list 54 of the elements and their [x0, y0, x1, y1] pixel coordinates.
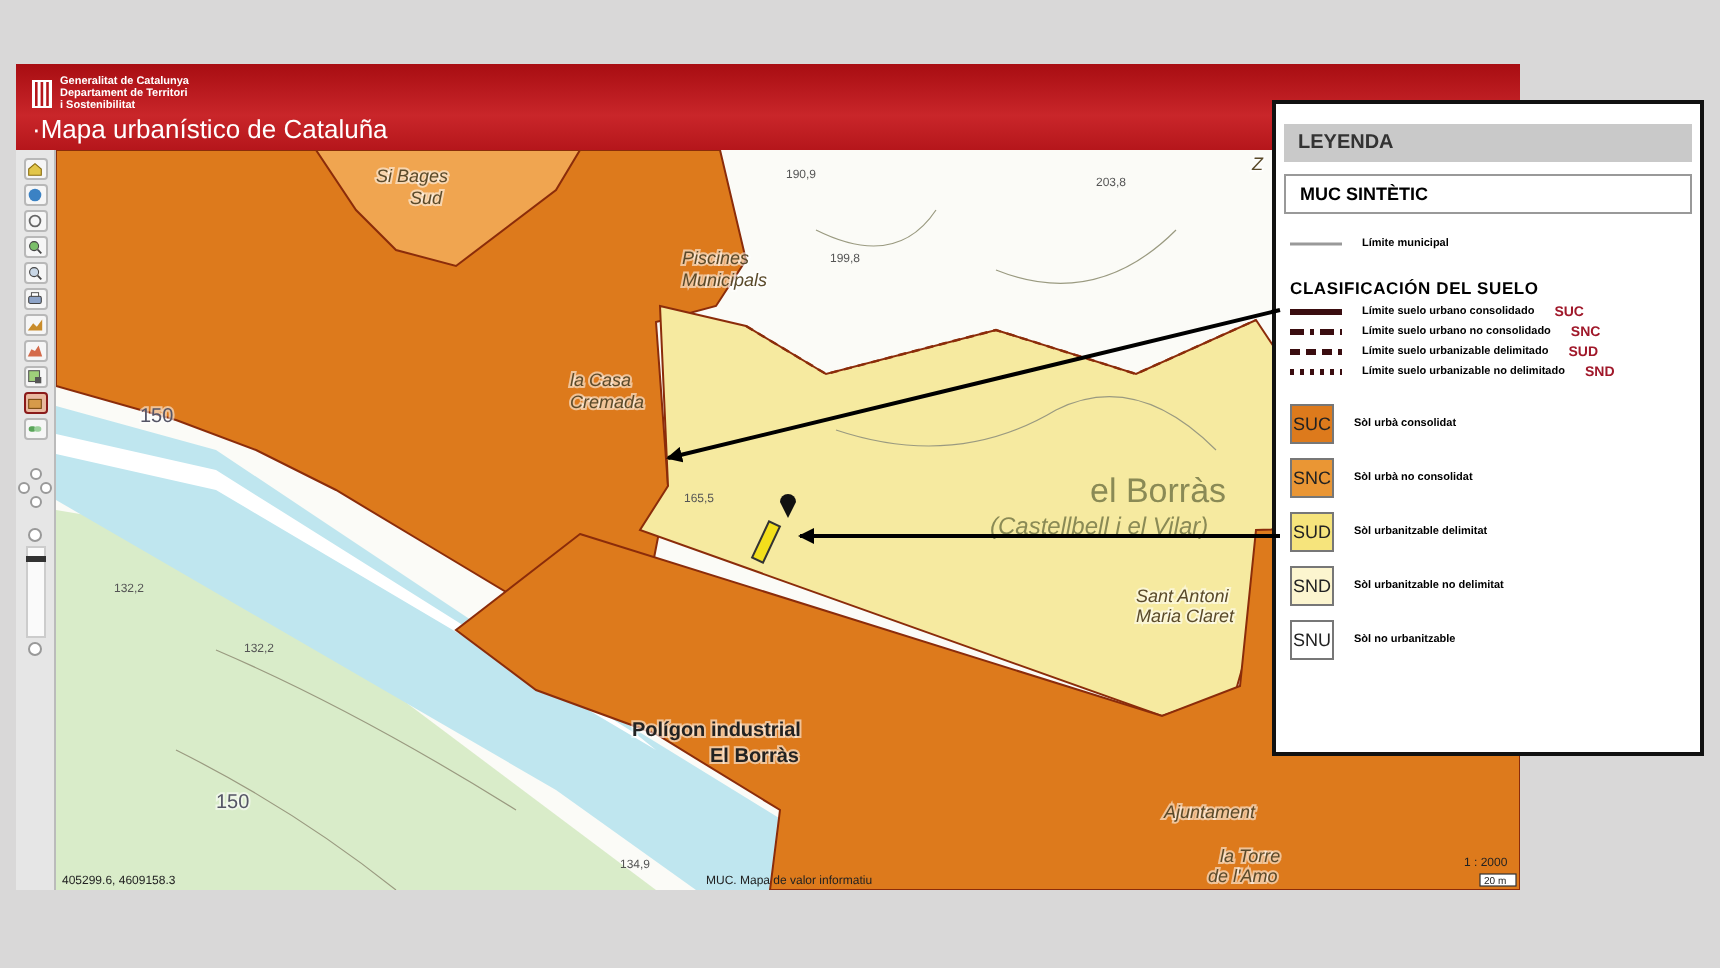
- logo-icon: [32, 80, 52, 108]
- slider-thumb[interactable]: [25, 556, 45, 563]
- place-label: Si Bages: [376, 166, 449, 186]
- line-symbol: [1290, 368, 1342, 376]
- zoom-out-icon: [26, 264, 44, 282]
- tool-button[interactable]: [23, 340, 47, 362]
- color-swatch: SUD: [1290, 512, 1334, 552]
- pan-up-button[interactable]: [29, 468, 41, 480]
- layers-icon: [26, 368, 44, 386]
- zoom-out-button[interactable]: [28, 642, 42, 656]
- line-symbol: [1290, 328, 1342, 336]
- zoom-in-button[interactable]: [28, 528, 42, 542]
- place-label: Z: [1252, 154, 1263, 174]
- tool-button[interactable]: [23, 158, 47, 180]
- info-icon: [26, 186, 44, 204]
- line-symbol: [1290, 240, 1342, 248]
- place-label: Maria Claret: [1136, 606, 1235, 626]
- legend-subtitle: MUC SINTÈTIC: [1284, 174, 1692, 214]
- tool-button[interactable]: [23, 236, 47, 258]
- place-label: Sud: [410, 188, 443, 208]
- tool-button[interactable]: [23, 210, 47, 232]
- color-swatch: SND: [1290, 566, 1334, 606]
- line-symbol: [1290, 308, 1342, 316]
- legend-title: LEYENDA: [1284, 124, 1692, 162]
- place-label: la Torre: [1220, 846, 1281, 866]
- color-swatch: SNU: [1290, 620, 1334, 660]
- place-label: la Casa: [570, 370, 632, 390]
- tool-button[interactable]: [23, 184, 47, 206]
- scale-bar: [1479, 873, 1517, 887]
- pan-left-button[interactable]: [17, 482, 29, 494]
- zoom-in-icon: [26, 238, 44, 256]
- elevation-label: 150: [216, 792, 250, 814]
- tool-button[interactable]: [23, 288, 47, 310]
- place-label: de l'Amo: [1208, 866, 1278, 886]
- section-heading: CLASIFICACIÓN DEL SUELO: [1290, 278, 1541, 298]
- tool-button[interactable]: [23, 392, 47, 414]
- tool-button[interactable]: [23, 262, 47, 284]
- home-icon: [26, 160, 44, 178]
- tool-button[interactable]: [23, 366, 47, 388]
- color-swatch: SNC: [1290, 458, 1334, 498]
- print-icon: [26, 290, 44, 308]
- zoom-slider[interactable]: [25, 546, 45, 638]
- pin-icon: [780, 494, 796, 518]
- pan-right-button[interactable]: [39, 482, 51, 494]
- place-label: Sant Antoni: [1136, 586, 1229, 606]
- place-label: (Castellbell i el Vilar): [990, 512, 1209, 540]
- app-title: ·Mapa urbanístico de Cataluña: [32, 114, 388, 144]
- pan-down-button[interactable]: [29, 496, 41, 508]
- place-label: El Borràs: [710, 746, 799, 768]
- place-label: Ajuntament: [1164, 802, 1256, 822]
- line-symbol: [1290, 348, 1342, 356]
- color-swatch: SUC: [1290, 404, 1334, 444]
- place-label: el Borràs: [1090, 472, 1227, 510]
- place-label: Cremada: [570, 392, 645, 412]
